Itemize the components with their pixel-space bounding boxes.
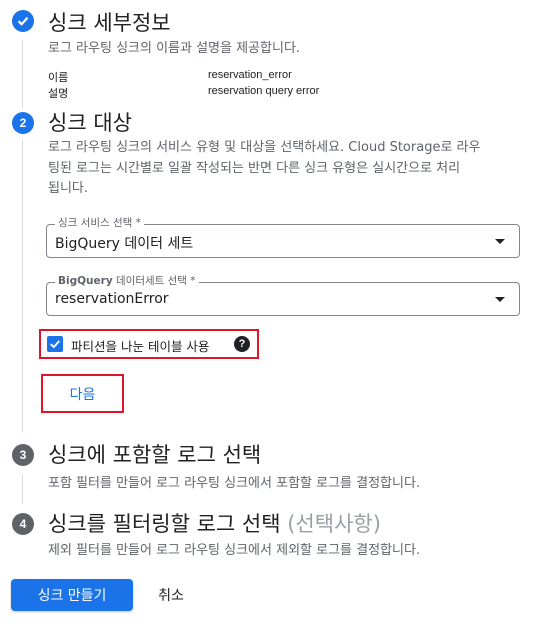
name-value: reservation_error bbox=[208, 69, 292, 81]
dataset-value: reservationError bbox=[55, 291, 169, 307]
step3-connector-line bbox=[22, 474, 23, 504]
description-value: reservation query error bbox=[208, 85, 320, 97]
name-label: 이름 bbox=[48, 71, 69, 84]
step4-number-badge: 4 bbox=[12, 513, 34, 535]
step2-connector-line bbox=[22, 140, 23, 432]
sink-service-value: BigQuery 데이터 세트 bbox=[55, 236, 194, 252]
partitioned-table-label[interactable]: 파티션을 나눈 테이블 사용 bbox=[71, 336, 209, 355]
dropdown-arrow-icon bbox=[495, 239, 505, 244]
step2-description-line: 로그 라우팅 싱크의 서비스 유형 및 대상을 선택하세요. Cloud Sto… bbox=[48, 140, 481, 155]
partitioned-table-checkbox[interactable] bbox=[47, 336, 63, 352]
step4-description: 제외 필터를 만들어 로그 라우팅 싱크에서 제외할 로그를 결정합니다. bbox=[48, 543, 421, 558]
step2-description-line: 팅된 로그는 시간별로 일괄 작성되는 반면 다른 싱크 유형은 실시간으로 처… bbox=[48, 160, 461, 176]
step2-description-line: 됩니다. bbox=[48, 181, 89, 196]
step3-title[interactable]: 싱크에 포함할 로그 선택 bbox=[48, 439, 261, 469]
dataset-label-bold: BigQuery bbox=[58, 275, 113, 287]
dataset-label: BigQuery 데이터세트 선택 * bbox=[55, 275, 199, 288]
sink-service-label: 싱크 서비스 선택 * bbox=[55, 217, 144, 230]
dropdown-arrow-icon bbox=[495, 297, 505, 302]
step1-connector-line bbox=[22, 40, 23, 108]
step4-title-text: 싱크를 필터링할 로그 선택 bbox=[48, 512, 288, 536]
step3-number-badge: 3 bbox=[12, 444, 34, 466]
step1-check-icon bbox=[12, 10, 34, 32]
dataset-label-rest: 데이터세트 선택 * bbox=[112, 275, 196, 287]
help-icon[interactable]: ? bbox=[234, 336, 250, 352]
step1-title[interactable]: 싱크 세부정보 bbox=[48, 7, 171, 37]
cancel-button[interactable]: 취소 bbox=[148, 579, 194, 611]
step2-number-badge: 2 bbox=[12, 112, 34, 134]
step3-description: 포함 필터를 만들어 로그 라우팅 싱크에서 포함할 로그를 결정합니다. bbox=[48, 476, 421, 491]
step4-title[interactable]: 싱크를 필터링할 로그 선택 (선택사항) bbox=[48, 508, 381, 538]
step2-description: 로그 라우팅 싱크의 서비스 유형 및 대상을 선택하세요. Cloud Sto… bbox=[48, 138, 480, 200]
create-sink-button[interactable]: 싱크 만들기 bbox=[11, 579, 133, 611]
next-button-highlight: 다음 bbox=[41, 374, 124, 413]
next-button[interactable]: 다음 bbox=[47, 380, 118, 407]
check-icon bbox=[50, 340, 61, 349]
step1-description: 로그 라우팅 싱크의 이름과 설명을 제공합니다. bbox=[48, 41, 301, 56]
step4-optional-tag: (선택사항) bbox=[287, 512, 381, 536]
description-label: 설명 bbox=[48, 87, 69, 100]
sink-service-select[interactable]: 싱크 서비스 선택 * BigQuery 데이터 세트 bbox=[46, 217, 520, 258]
dataset-select[interactable]: BigQuery 데이터세트 선택 * reservationError bbox=[46, 275, 520, 316]
step2-title[interactable]: 싱크 대상 bbox=[48, 107, 132, 137]
